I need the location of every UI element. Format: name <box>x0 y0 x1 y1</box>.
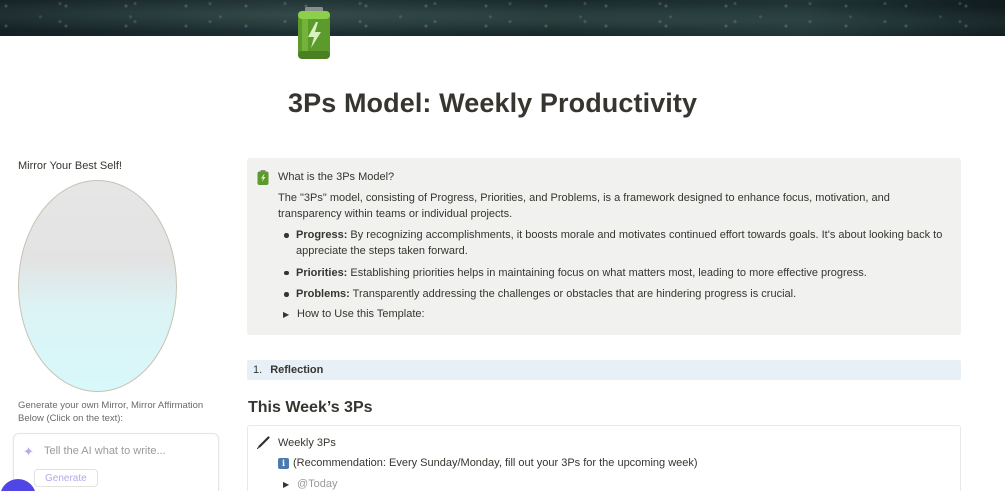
toggle-today[interactable]: ▶ @Today <box>283 478 338 490</box>
page-cover-image <box>0 0 1005 36</box>
mirror-instructions: Generate your own Mirror, Mirror Affirma… <box>18 400 204 424</box>
weekly-callout-title: Weekly 3Ps <box>278 437 336 449</box>
bullet-term: Priorities: <box>296 266 348 279</box>
bullet-dot <box>284 233 289 238</box>
week-heading: This Week’s 3Ps <box>248 399 373 416</box>
callout-description: The "3Ps" model, consisting of Progress,… <box>278 192 890 220</box>
bullet-text: Transparently addressing the challenges … <box>349 288 797 300</box>
mirror-image <box>18 180 177 392</box>
bullet-term: Progress: <box>296 229 348 241</box>
today-mention[interactable]: @Today <box>297 478 338 490</box>
bullet-dot <box>284 292 289 297</box>
sparkle-icon: ✦ <box>23 444 34 459</box>
ai-prompt-input[interactable] <box>44 445 209 457</box>
list-item: Priorities: Establishing priorities help… <box>280 265 950 281</box>
pen-icon <box>257 436 270 449</box>
bullet-text: By recognizing accomplishments, it boost… <box>296 229 943 257</box>
toggle-triangle-icon[interactable]: ▶ <box>283 480 291 489</box>
reflection-label: Reflection <box>270 364 324 376</box>
bullet-list: Progress: By recognizing accomplishments… <box>280 227 950 308</box>
ai-prompt-box: ✦ Generate <box>13 433 219 491</box>
recommendation-row: i (Recommendation: Every Sunday/Monday, … <box>278 457 698 469</box>
reflection-number: 1. <box>253 364 263 376</box>
list-item: Problems: Transparently addressing the c… <box>280 286 950 302</box>
toggle-triangle-icon[interactable]: ▶ <box>283 310 291 319</box>
reflection-heading: 1. Reflection <box>247 360 961 380</box>
recommendation-text: (Recommendation: Every Sunday/Monday, fi… <box>293 457 698 469</box>
page-title: 3Ps Model: Weekly Productivity <box>288 88 698 118</box>
battery-icon <box>257 170 269 185</box>
mirror-label: Mirror Your Best Self! <box>18 160 122 172</box>
generate-button[interactable]: Generate <box>34 469 98 487</box>
info-icon: i <box>278 457 289 469</box>
bullet-text: Establishing priorities helps in maintai… <box>347 266 867 279</box>
toggle-label: How to Use this Template: <box>297 308 425 320</box>
callout-title: What is the 3Ps Model? <box>278 171 395 183</box>
list-item: Progress: By recognizing accomplishments… <box>280 227 950 259</box>
bullet-dot <box>284 270 289 275</box>
battery-icon[interactable] <box>296 6 332 60</box>
toggle-how-to-use[interactable]: ▶ How to Use this Template: <box>283 308 425 320</box>
bullet-term: Problems: <box>296 288 350 300</box>
